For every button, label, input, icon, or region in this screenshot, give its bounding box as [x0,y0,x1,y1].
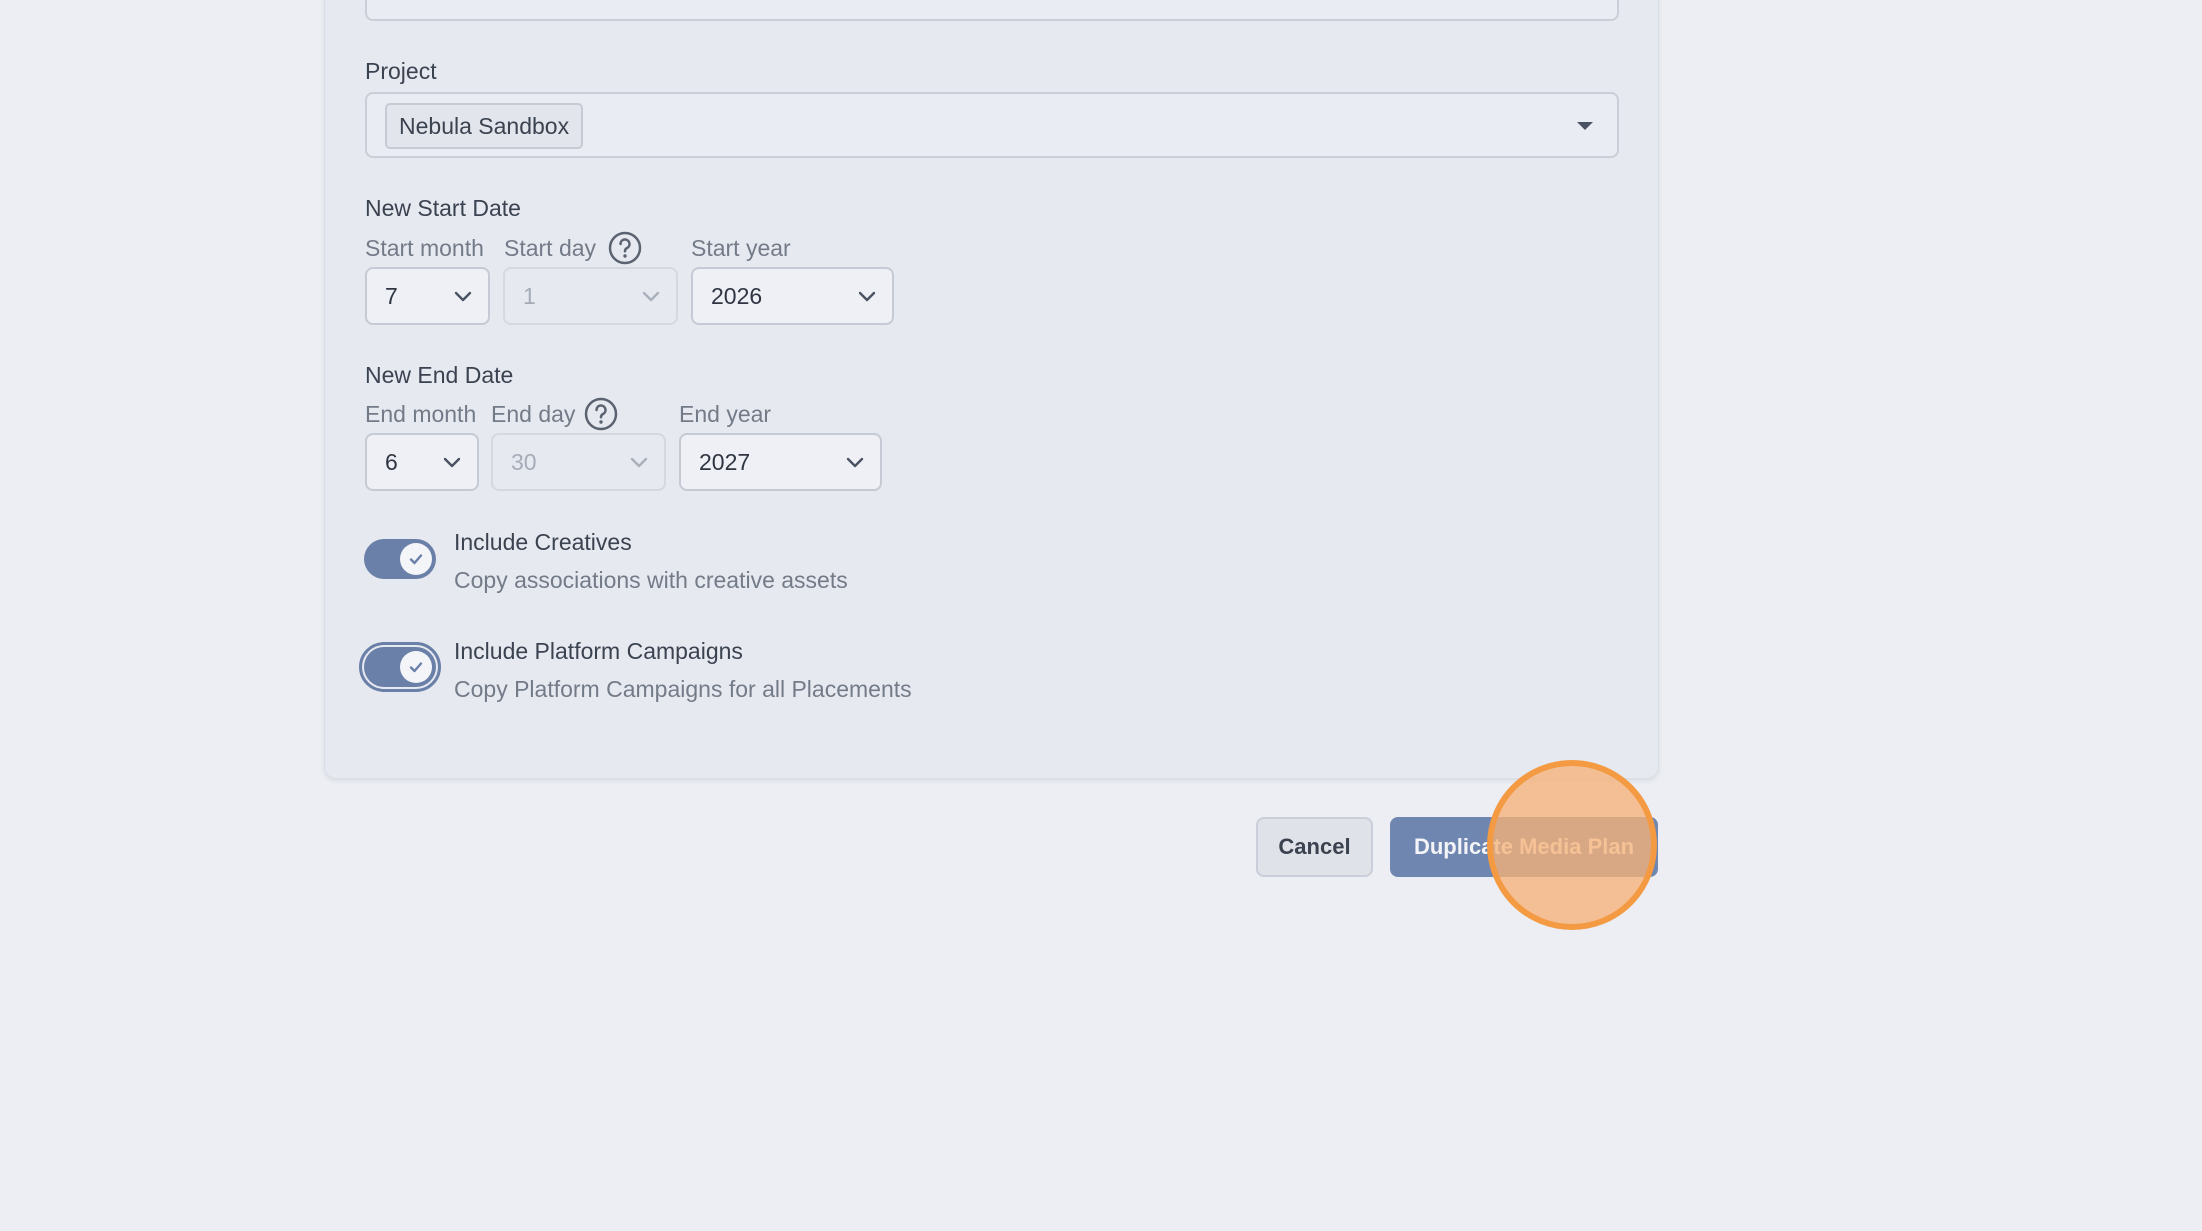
start-day-label: Start day [504,235,597,261]
check-icon [409,662,423,673]
start-year-select[interactable]: 2026 [691,267,894,325]
chevron-down-icon [846,457,864,468]
end-day-help-icon[interactable] [583,396,619,432]
chevron-down-icon [443,457,461,468]
end-year-value: 2027 [699,449,751,475]
start-day-help-icon[interactable] [607,230,643,266]
chevron-down-icon [454,291,472,302]
start-year-value: 2026 [711,283,763,309]
start-day-select: 1 [503,267,678,325]
end-month-value: 6 [385,449,398,475]
start-year-label: Start year [691,235,791,261]
click-highlight [1487,760,1657,930]
project-label: Project [365,58,437,84]
include-creatives-title: Include Creatives [454,529,632,555]
chevron-down-icon [630,457,648,468]
include-platform-campaigns-toggle[interactable] [364,647,436,687]
start-day-value: 1 [523,283,536,309]
end-day-value: 30 [511,449,537,475]
project-select[interactable]: Nebula Sandbox [365,92,1619,158]
start-date-heading: New Start Date [365,195,521,221]
start-month-label: Start month [365,235,484,261]
check-icon [409,554,423,565]
project-chip[interactable]: Nebula Sandbox [385,103,584,149]
caret-down-icon[interactable] [1577,122,1593,130]
toggle-knob [400,651,432,683]
include-creatives-description: Copy associations with creative assets [454,567,848,593]
cancel-button[interactable]: Cancel [1256,817,1373,877]
end-month-select[interactable]: 6 [365,433,479,491]
end-date-heading: New End Date [365,362,514,388]
end-day-label: End day [491,401,576,427]
end-year-select[interactable]: 2027 [679,433,882,491]
previous-input-field[interactable]: 123456 [365,0,1619,21]
include-creatives-toggle[interactable] [364,539,436,579]
start-month-value: 7 [385,283,398,309]
include-platform-campaigns-title: Include Platform Campaigns [454,638,743,664]
chevron-down-icon [858,291,876,302]
include-platform-campaigns-description: Copy Platform Campaigns for all Placemen… [454,676,912,702]
toggle-knob [400,543,432,575]
end-month-label: End month [365,401,477,427]
end-day-select: 30 [491,433,666,491]
start-month-select[interactable]: 7 [365,267,490,325]
end-year-label: End year [679,401,772,427]
chevron-down-icon [642,291,660,302]
